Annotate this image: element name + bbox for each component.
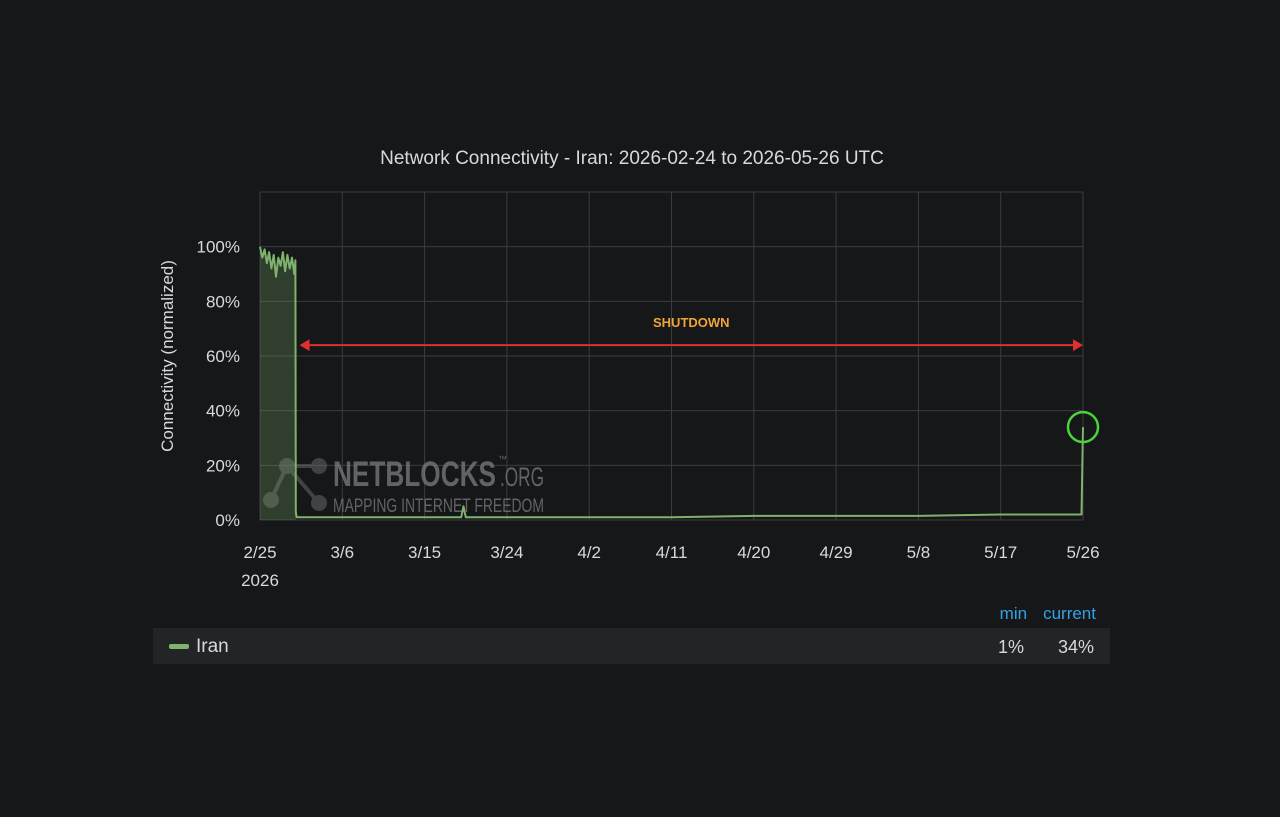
legend-header: min current xyxy=(1000,604,1096,624)
y-tick-label: 100% xyxy=(197,238,240,257)
x-tick-label: 2/25 xyxy=(243,543,276,562)
x-tick-label: 4/20 xyxy=(737,543,770,562)
series-fill-area xyxy=(260,246,296,520)
watermark-brand: NETBLOCKS xyxy=(333,455,496,494)
x-tick-label: 3/15 xyxy=(408,543,441,562)
y-tick-label: 0% xyxy=(215,511,240,530)
x-tick-label: 4/11 xyxy=(656,543,688,562)
x-tick-label: 3/24 xyxy=(490,543,523,562)
y-tick-label: 40% xyxy=(206,402,240,421)
x-tick-label: 5/17 xyxy=(984,543,1017,562)
x-tick-label: 3/6 xyxy=(330,543,354,562)
x-tick-label: 5/8 xyxy=(907,543,931,562)
shutdown-arrow-left-head xyxy=(299,339,310,352)
y-tick-label: 80% xyxy=(206,292,240,311)
axis-labels: 2/25 3/6 3/15 3/24 4/2 4/11 4/20 4/29 5/8 5/17 5/2… xyxy=(158,238,1100,590)
y-tick-label: 20% xyxy=(206,456,240,475)
legend-header-min[interactable]: min xyxy=(1000,604,1027,624)
shutdown-arrow-right-head xyxy=(1073,339,1083,352)
x-tick-label: 4/2 xyxy=(577,543,601,562)
x-year-label: 2026 xyxy=(241,571,279,590)
legend-min-value: 1% xyxy=(997,637,1024,657)
x-tick-label: 5/26 xyxy=(1066,543,1099,562)
legend-current-value: 34% xyxy=(1057,637,1094,657)
y-tick-label: 60% xyxy=(206,347,240,366)
watermark-tagline: MAPPING INTERNET FREEDOM xyxy=(333,496,544,517)
connectivity-chart: NETBLOCKS ™ .ORG MAPPING INTERNET FREEDO… xyxy=(158,191,1100,590)
legend-series-name[interactable]: Iran xyxy=(196,636,229,658)
legend-swatch xyxy=(169,644,189,649)
legend-header-current[interactable]: current xyxy=(1043,604,1096,624)
netblocks-watermark: NETBLOCKS ™ .ORG MAPPING INTERNET FREEDO… xyxy=(263,454,544,517)
shutdown-label: SHUTDOWN xyxy=(653,315,730,330)
y-axis-label: Connectivity (normalized) xyxy=(158,260,177,452)
legend-row-iran[interactable]: Iran 1% 34% xyxy=(153,628,1110,664)
x-tick-label: 4/29 xyxy=(820,543,853,562)
watermark-suffix: .ORG xyxy=(500,462,544,492)
annotation-layer: SHUTDOWN xyxy=(299,315,1100,444)
